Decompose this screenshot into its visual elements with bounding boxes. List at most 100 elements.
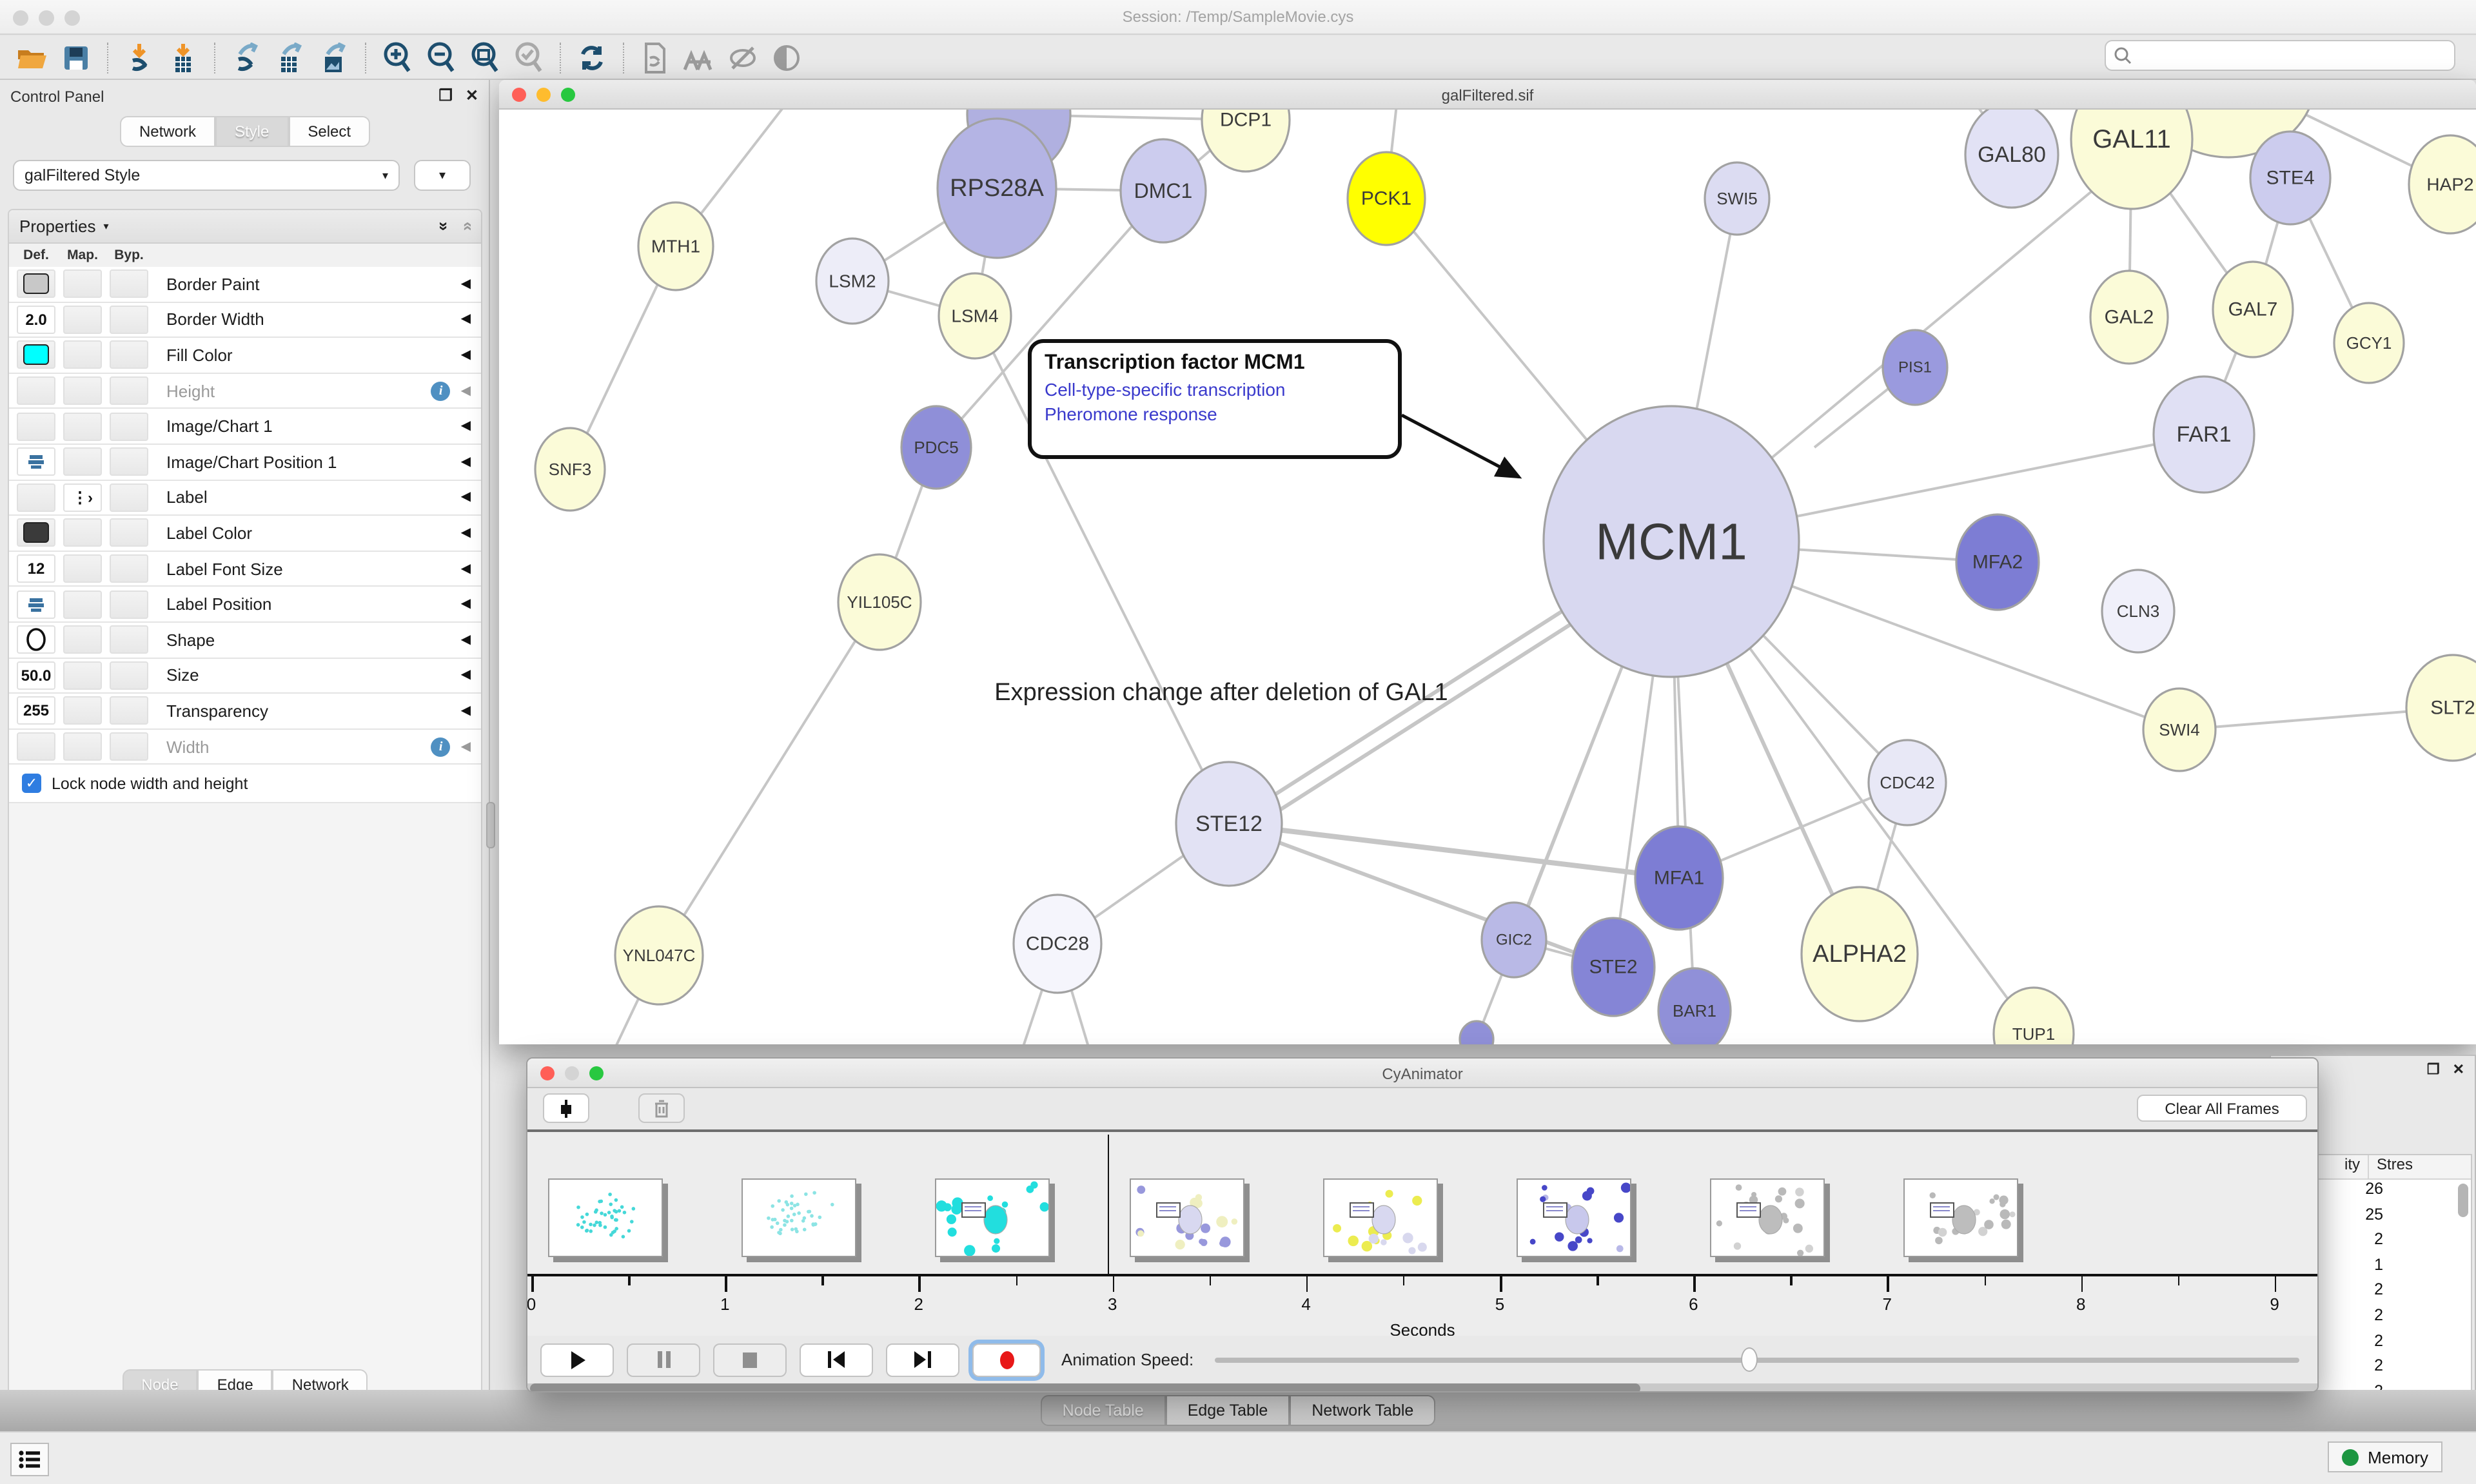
expand-row-icon[interactable]: ◀ [461,669,471,683]
panel-resize-handle[interactable] [486,802,495,848]
first-neighbors-icon[interactable] [680,39,718,75]
clone-network-icon[interactable] [636,39,674,75]
node-ste4[interactable]: STE4 [2250,132,2330,224]
property-row-height[interactable]: Heighti◀ [9,374,481,409]
expand-row-icon[interactable]: ◀ [461,632,471,647]
info-icon[interactable]: i [431,381,451,400]
export-network-icon[interactable] [227,39,266,75]
close-icon[interactable] [540,1066,555,1080]
bypass-cell[interactable] [110,661,148,690]
expand-all-icon[interactable]: » [434,222,453,231]
bypass-cell[interactable] [110,732,148,761]
expand-row-icon[interactable]: ◀ [461,561,471,576]
network-window-titlebar[interactable]: galFiltered.sif [499,80,2476,110]
expand-row-icon[interactable]: ◀ [461,704,471,718]
bypass-cell[interactable] [110,590,148,618]
maximize-icon[interactable] [589,1066,604,1080]
timeline[interactable]: 0123456789 Seconds [527,1129,2317,1336]
timeline-frame-6[interactable] [1710,1178,1825,1257]
tab-edge-table[interactable]: Edge Table [1166,1395,1290,1426]
default-value-cell[interactable]: 255 [17,697,55,725]
property-row-label[interactable]: ⋮›Label◀ [9,480,481,516]
delete-frame-button[interactable] [638,1093,685,1123]
expand-row-icon[interactable]: ◀ [461,277,471,291]
expand-row-icon[interactable]: ◀ [461,739,471,754]
close-panel-icon[interactable]: ✕ [2453,1061,2464,1078]
mapping-cell[interactable] [63,412,102,440]
default-value-cell[interactable] [17,590,55,618]
memory-button[interactable]: Memory [2328,1441,2442,1472]
property-row-size[interactable]: 50.0Size◀ [9,658,481,694]
show-all-icon[interactable] [767,39,806,75]
node-dot1[interactable] [1460,1021,1493,1044]
animation-speed-slider[interactable] [1214,1357,2299,1362]
zoom-in-icon[interactable] [378,39,417,75]
expand-row-icon[interactable]: ◀ [461,455,471,469]
property-row-shape[interactable]: Shape◀ [9,623,481,658]
timeline-frame-3[interactable] [1129,1178,1244,1257]
tab-select[interactable]: Select [288,116,370,147]
default-value-cell[interactable] [17,341,55,369]
column-header-stress[interactable]: Stres [2377,1155,2413,1178]
node-bar1[interactable]: BAR1 [1658,968,1731,1044]
node-pck1[interactable]: PCK1 [1348,152,1425,245]
zoom-out-icon[interactable] [422,39,460,75]
annotation-link-2[interactable]: Pheromone response [1045,404,1385,424]
open-folder-icon[interactable] [13,39,52,75]
property-row-transparency[interactable]: 255Transparency◀ [9,694,481,729]
node-ynl047c[interactable]: YNL047C [615,906,703,1004]
default-value-cell[interactable] [17,270,55,298]
node-snf3[interactable]: SNF3 [535,428,605,511]
maximize-icon[interactable] [561,88,575,102]
network-canvas[interactable]: DCP1RPS28ADMC1PCK1SWI5GAL80GAL11STE4HAP2… [499,110,2476,1044]
pause-button[interactable] [627,1343,700,1376]
bypass-cell[interactable] [110,341,148,369]
mapping-cell[interactable] [63,697,102,725]
mapping-cell[interactable] [63,590,102,618]
node-cln3[interactable]: CLN3 [2102,570,2174,652]
task-history-button[interactable] [10,1443,49,1476]
node-hap2[interactable]: HAP2 [2409,135,2476,233]
add-frame-button[interactable] [543,1093,589,1123]
minimize-icon[interactable] [536,88,551,102]
bypass-cell[interactable] [110,306,148,334]
node-ste2[interactable]: STE2 [1572,918,1655,1016]
close-icon[interactable] [512,88,526,102]
record-button[interactable] [972,1343,1041,1376]
node-mfa2[interactable]: MFA2 [1956,514,2039,610]
tab-network[interactable]: Network [120,116,215,147]
property-row-label-font-size[interactable]: 12Label Font Size◀ [9,552,481,587]
bypass-cell[interactable] [110,625,148,654]
float-panel-icon[interactable]: ❒ [2427,1061,2440,1078]
node-gal7[interactable]: GAL7 [2213,262,2293,357]
node-ste12[interactable]: STE12 [1176,762,1282,886]
float-panel-icon[interactable]: ❒ [438,86,453,104]
results-scrollbar[interactable] [2458,1184,2468,1403]
timeline-frame-5[interactable] [1517,1178,1631,1257]
collapse-all-icon[interactable]: » [457,222,476,231]
expand-row-icon[interactable]: ◀ [461,597,471,611]
default-value-cell[interactable]: 50.0 [17,661,55,690]
export-image-icon[interactable] [315,39,353,75]
property-row-image-chart-position-1[interactable]: Image/Chart Position 1◀ [9,445,481,480]
annotation-link-1[interactable]: Cell-type-specific transcription [1045,379,1385,400]
mapping-cell[interactable] [63,625,102,654]
style-options-button[interactable]: ▾ [414,160,471,191]
timeline-frame-0[interactable] [548,1178,663,1257]
node-gal80[interactable]: GAL80 [1965,110,2058,208]
property-row-image-chart-1[interactable]: Image/Chart 1◀ [9,409,481,445]
slider-thumb[interactable] [1740,1347,1757,1371]
timeline-frame-4[interactable] [1323,1178,1438,1257]
node-yil105c[interactable]: YIL105C [838,554,921,650]
node-swi4[interactable]: SWI4 [2143,688,2216,771]
bypass-cell[interactable] [110,554,148,583]
node-cdc42[interactable]: CDC42 [1869,740,1946,825]
node-mcm1[interactable]: MCM1 [1544,406,1799,677]
properties-header[interactable]: Properties ▾ » » [9,210,481,244]
zoom-selected-icon[interactable] [509,39,548,75]
bypass-cell[interactable] [110,483,148,512]
bypass-cell[interactable] [110,270,148,298]
expand-row-icon[interactable]: ◀ [461,348,471,362]
expand-row-icon[interactable]: ◀ [461,313,471,327]
expand-row-icon[interactable]: ◀ [461,526,471,540]
